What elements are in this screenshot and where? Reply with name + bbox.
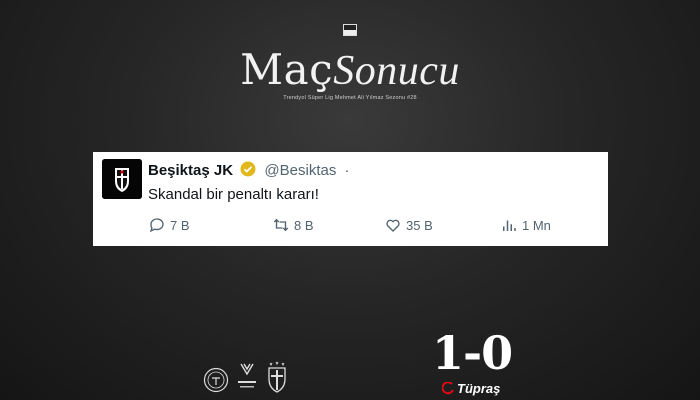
page-title: MaçSonucu [0,44,700,97]
retweet-button[interactable]: 8 B [272,216,314,234]
tweet-header: Beşiktaş JK @Besiktas · [148,161,350,180]
views-button[interactable]: 1 Mn [500,216,551,234]
season-subtitle: Trendyol Süper Lig Mehmet Ali Yılmaz Sez… [283,95,417,101]
title-part2: Sonucu [333,48,460,94]
retweet-icon [273,218,289,232]
like-count: 35 B [406,217,433,233]
sponsor-tupras: Tüpraş [442,381,500,396]
match-score: 1-0 [432,326,513,380]
account-handle[interactable]: @Besiktas [264,162,336,179]
besiktas-flag-icon [343,24,357,36]
heart-icon [386,219,400,232]
tweet-text: Skandal bir penaltı kararı! [148,186,319,203]
tweet-actions: 7 B 8 B 35 B 1 Mn [148,216,598,236]
sponsor-name: Tüpraş [457,381,501,396]
reply-count: 7 B [170,217,190,233]
separator-dot: · [344,162,350,179]
tff-logo-icon [203,367,229,393]
views-chart-icon [503,220,516,231]
reply-icon [149,218,164,233]
trendyol-superlig-logo-icon [238,363,256,388]
account-name[interactable]: Beşiktaş JK [148,162,233,179]
besiktas-crest-icon [102,159,142,199]
tupras-logo-icon [442,382,454,395]
tweet-card[interactable]: Beşiktaş JK @Besiktas · Skandal bir pena… [93,152,608,246]
besiktas-crest-logo-icon [268,361,286,393]
retweet-count: 8 B [294,217,314,233]
views-count: 1 Mn [522,217,551,233]
reply-button[interactable]: 7 B [148,216,190,234]
verified-badge-icon [240,161,256,177]
like-button[interactable]: 35 B [384,216,433,234]
avatar[interactable] [102,159,142,199]
title-part1: Maç [240,45,334,94]
sponsor-logos [203,361,293,395]
